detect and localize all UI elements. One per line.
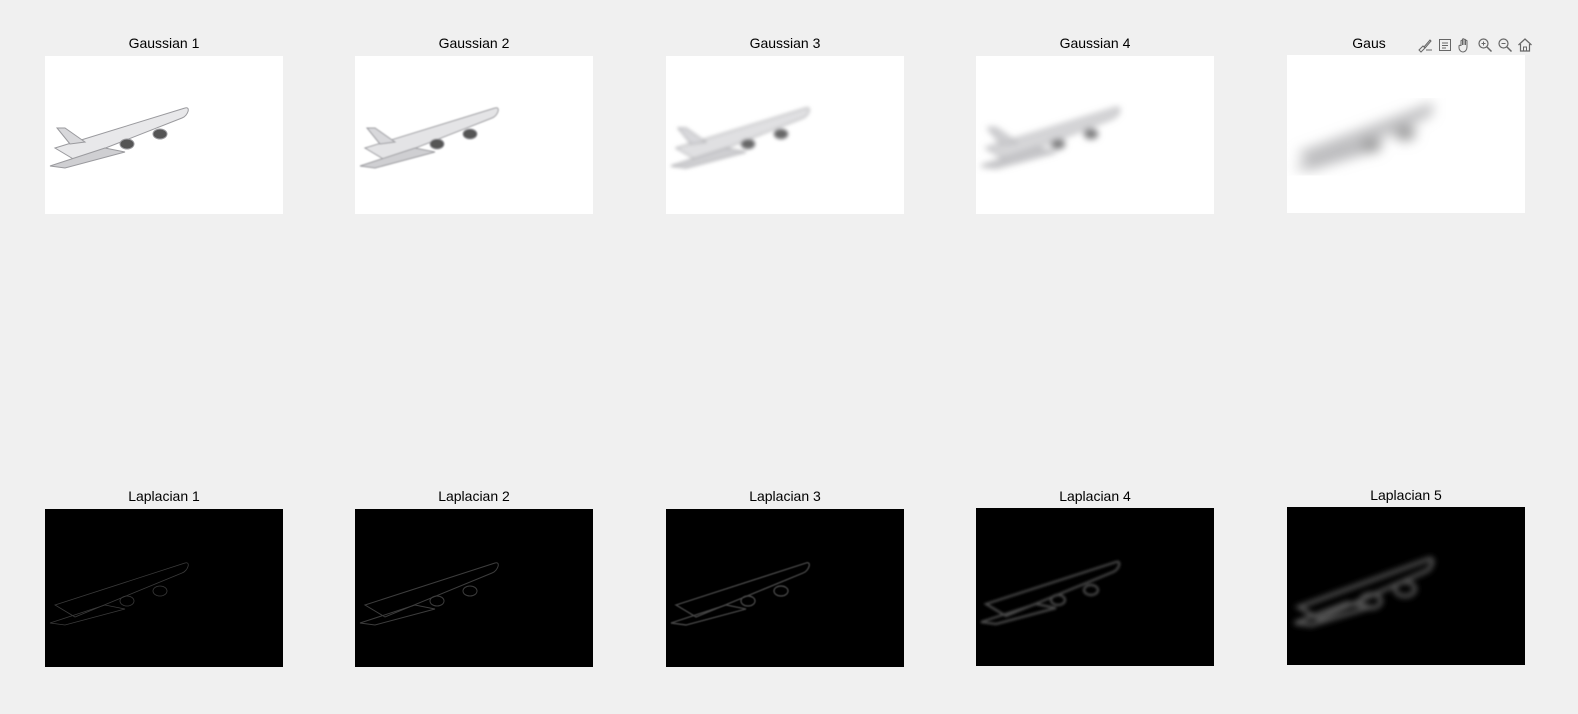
axes-title: Laplacian 1	[128, 488, 200, 504]
gaussian-image-5[interactable]	[1287, 55, 1525, 213]
pan-hand-icon[interactable]	[1456, 36, 1474, 54]
axes-title: Gaussian 1	[128, 35, 200, 51]
laplacian-image-1[interactable]	[45, 509, 283, 667]
brush-icon[interactable]	[1416, 36, 1434, 54]
airplane-image	[1294, 103, 1434, 171]
zoom-out-icon[interactable]	[1496, 36, 1514, 54]
gaussian-image-2[interactable]	[355, 56, 593, 214]
figure-window: Gaussian 1 Gaussian 2 Gaussian 3 Gaussia…	[0, 0, 1578, 714]
airplane-image	[49, 107, 189, 169]
axes-title: Gaussian 4	[1059, 35, 1131, 51]
gaussian-image-1[interactable]	[45, 56, 283, 214]
laplacian-image-5[interactable]	[1287, 507, 1525, 665]
axes-title: Gaussian 3	[749, 35, 821, 51]
axes-title: Laplacian 2	[438, 488, 510, 504]
laplacian-image-3[interactable]	[666, 509, 904, 667]
axes-title: Laplacian 3	[749, 488, 821, 504]
laplacian-image-4[interactable]	[976, 508, 1214, 666]
axes-toolbar	[1414, 35, 1536, 55]
axes-title: Laplacian 4	[1059, 488, 1131, 504]
datatip-icon[interactable]	[1436, 36, 1454, 54]
edge-image	[359, 562, 499, 626]
edge-image	[980, 560, 1121, 626]
home-icon[interactable]	[1516, 36, 1534, 54]
airplane-image	[980, 107, 1121, 169]
axes-title: Laplacian 5	[1370, 487, 1442, 503]
zoom-in-icon[interactable]	[1476, 36, 1494, 54]
edge-image	[670, 562, 810, 626]
gaussian-image-3[interactable]	[666, 56, 904, 214]
edge-image	[1294, 556, 1435, 628]
gaussian-image-4[interactable]	[976, 56, 1214, 214]
laplacian-image-2[interactable]	[355, 509, 593, 667]
airplane-image	[359, 107, 499, 169]
airplane-image	[670, 107, 810, 169]
axes-title: Gaussian 2	[438, 35, 510, 51]
edge-image	[49, 562, 189, 626]
